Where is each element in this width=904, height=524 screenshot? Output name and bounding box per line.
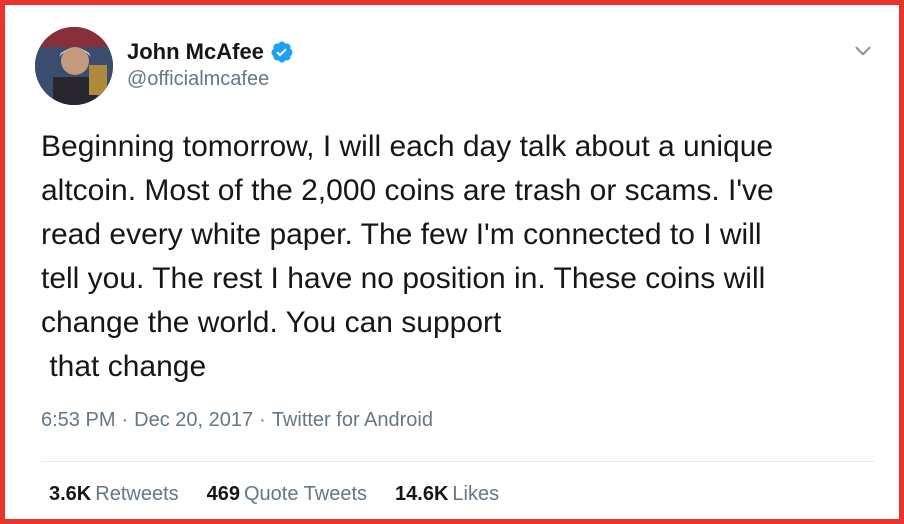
quote-tweets-count: 469 bbox=[206, 483, 240, 505]
likes-stat[interactable]: 14.6K Likes bbox=[395, 483, 499, 506]
avatar-image bbox=[35, 27, 113, 105]
meta-separator: · bbox=[259, 409, 266, 431]
likes-label: Likes bbox=[452, 483, 500, 505]
tweet-source[interactable]: Twitter for Android bbox=[272, 409, 433, 432]
retweets-count: 3.6K bbox=[49, 483, 92, 505]
tweet-time[interactable]: 6:53 PM bbox=[41, 409, 115, 432]
divider bbox=[41, 461, 874, 462]
likes-count: 14.6K bbox=[395, 483, 449, 505]
tweet-text: Beginning tomorrow, I will each day talk… bbox=[41, 130, 774, 383]
quote-tweets-stat[interactable]: 469 Quote Tweets bbox=[207, 483, 367, 506]
tweet-meta: 6:53 PM · Dec 20, 2017 · Twitter for And… bbox=[41, 409, 433, 432]
meta-separator: · bbox=[121, 409, 129, 431]
user-name[interactable]: John McAfee bbox=[127, 39, 264, 65]
verified-badge-icon bbox=[271, 41, 293, 63]
quote-tweets-label: Quote Tweets bbox=[244, 483, 368, 505]
tweet-date[interactable]: Dec 20, 2017 bbox=[134, 409, 253, 432]
retweets-label: Retweets bbox=[95, 483, 179, 505]
tweet-stats: 3.6K Retweets 469 Quote Tweets 14.6K Likes bbox=[49, 483, 499, 506]
user-name-row: John McAfee bbox=[127, 39, 294, 65]
user-handle[interactable]: @officialmcafee bbox=[127, 68, 269, 91]
chevron-down-icon[interactable] bbox=[850, 38, 876, 64]
avatar[interactable] bbox=[35, 27, 113, 105]
tweet-card: John McAfee @officialmcafee Beginning to… bbox=[0, 0, 904, 524]
retweets-stat[interactable]: 3.6K Retweets bbox=[49, 483, 179, 506]
